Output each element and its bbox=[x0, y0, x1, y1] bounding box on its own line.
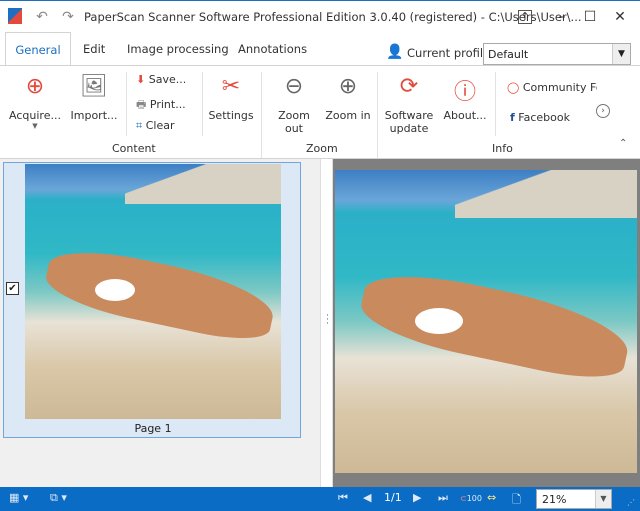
first-page-icon[interactable]: ⏮ bbox=[338, 491, 348, 505]
group-zoom: Zoom bbox=[306, 142, 338, 155]
clear-label: Clear bbox=[145, 119, 175, 132]
info-icon: ⓘ bbox=[453, 80, 476, 105]
thumbnail-image bbox=[25, 164, 281, 419]
undo-icon[interactable]: ↶ bbox=[32, 7, 52, 27]
separator bbox=[261, 72, 262, 158]
app-logo-icon bbox=[8, 8, 22, 24]
separator bbox=[377, 72, 378, 158]
scanner-icon: ⊕ bbox=[25, 74, 45, 99]
layout-icon[interactable]: ▦ ▾ bbox=[9, 491, 28, 504]
fit-page-icon[interactable]: 🗋 bbox=[512, 491, 521, 510]
facebook-label: Facebook bbox=[518, 111, 570, 124]
ribbon-tabs: General Edit Image processing Annotation… bbox=[0, 32, 640, 67]
ribbon: ⊕ Acquire... ▼ 🖼 Import... ⬇ Save... 🖶 P… bbox=[0, 65, 640, 159]
zoom-select[interactable]: 21% ▼ bbox=[536, 489, 612, 509]
community-forum-link[interactable]: ◯ Community For bbox=[507, 81, 597, 94]
acquire-button[interactable]: ⊕ Acquire... ▼ bbox=[8, 74, 62, 130]
profile-select[interactable]: Default ▼ bbox=[483, 43, 631, 65]
dropdown-arrow-icon: ▼ bbox=[32, 122, 38, 130]
previous-page-icon[interactable]: ◀ bbox=[363, 491, 371, 504]
print-button[interactable]: 🖶 Print... bbox=[136, 96, 186, 115]
current-profile-label: Current profile: bbox=[407, 46, 495, 60]
close-button[interactable]: ✕ bbox=[610, 7, 630, 27]
settings-button[interactable]: ✂ Settings bbox=[206, 74, 256, 122]
print-icon: 🖶 bbox=[136, 98, 147, 111]
thumbnail-label: Page 1 bbox=[134, 422, 172, 435]
last-page-icon[interactable]: ⏭ bbox=[438, 491, 448, 505]
tab-general[interactable]: General bbox=[5, 32, 71, 67]
zoom-out-label: Zoom out bbox=[278, 109, 310, 135]
save-button[interactable]: ⬇ Save... bbox=[136, 73, 186, 86]
import-label: Import... bbox=[70, 109, 118, 122]
maximize-button[interactable]: ☐ bbox=[580, 7, 600, 27]
page-viewer[interactable] bbox=[333, 159, 640, 487]
tab-image-processing[interactable]: Image processing bbox=[127, 42, 229, 56]
zoom-in-button[interactable]: ⊕ Zoom in bbox=[325, 74, 371, 122]
clear-button[interactable]: ⌗ Clear bbox=[136, 119, 174, 133]
facebook-icon: f bbox=[510, 111, 515, 124]
next-page-icon[interactable]: ▶ bbox=[413, 491, 421, 504]
more-arrow-icon[interactable]: › bbox=[596, 104, 610, 118]
fit-width-icon[interactable]: ⇔ bbox=[487, 491, 496, 504]
zoom-out-icon: ⊖ bbox=[284, 74, 304, 99]
about-button[interactable]: ⓘ About... bbox=[441, 74, 489, 122]
zoom-value: 21% bbox=[542, 493, 567, 506]
zoom-in-label: Zoom in bbox=[325, 109, 371, 122]
tab-annotations[interactable]: Annotations bbox=[238, 42, 307, 56]
restore-ribbon-icon[interactable]: ↑ bbox=[518, 10, 532, 24]
page-checkbox[interactable]: ✔ bbox=[6, 282, 19, 295]
splitter-handle[interactable]: · · · bbox=[320, 159, 333, 487]
profile-value: Default bbox=[488, 48, 529, 61]
window-title: PaperScan Scanner Software Professional … bbox=[84, 10, 582, 24]
chevron-down-icon[interactable]: ▼ bbox=[612, 44, 630, 64]
user-profile-icon: 👤 bbox=[386, 44, 404, 60]
zoom-out-button[interactable]: ⊖ Zoom out bbox=[268, 74, 320, 135]
save-label: Save... bbox=[148, 73, 187, 86]
group-info: Info bbox=[492, 142, 513, 155]
save-icon: ⬇ bbox=[136, 73, 146, 86]
import-icon: 🖼 bbox=[80, 74, 108, 99]
print-label: Print... bbox=[149, 98, 186, 111]
collapse-ribbon-icon[interactable]: ⌃ bbox=[619, 138, 627, 149]
software-update-button[interactable]: ⟳ Software update bbox=[382, 74, 436, 135]
clear-icon: ⌗ bbox=[136, 119, 143, 132]
about-label: About... bbox=[443, 109, 487, 122]
view-mode-icon[interactable]: ⧉ ▾ bbox=[50, 491, 67, 505]
zoom-100-icon[interactable]: ⊂100 bbox=[460, 494, 482, 503]
zoom-100-label: 100 bbox=[466, 494, 482, 503]
resize-grip-icon[interactable]: ⋰ bbox=[627, 498, 635, 507]
separator bbox=[495, 72, 496, 136]
page-thumbnail[interactable]: Page 1 bbox=[3, 162, 301, 438]
title-bar: ↶ ↷ PaperScan Scanner Software Professio… bbox=[0, 0, 640, 32]
settings-tools-icon: ✂ bbox=[221, 74, 241, 99]
community-label: Community For bbox=[522, 81, 597, 94]
page-image bbox=[335, 170, 637, 473]
status-bar: ▦ ▾ ⧉ ▾ ⏮ ◀ 1/1 ▶ ⏭ ⊂100 ⇔ 🗋 21% ▼ ⋰ bbox=[0, 487, 640, 511]
redo-icon[interactable]: ↷ bbox=[58, 7, 78, 27]
separator bbox=[202, 72, 203, 136]
tab-edit[interactable]: Edit bbox=[83, 42, 105, 56]
facebook-link[interactable]: f Facebook bbox=[510, 111, 570, 124]
software-update-label: Software bbox=[384, 109, 434, 122]
group-content: Content bbox=[112, 142, 156, 155]
chevron-down-icon[interactable]: ▼ bbox=[595, 490, 611, 508]
update-arrows-icon: ⟳ bbox=[399, 74, 419, 99]
thumbnail-panel: Page 1 ✔ bbox=[0, 159, 320, 487]
separator bbox=[126, 72, 127, 136]
import-button[interactable]: 🖼 Import... bbox=[68, 74, 120, 122]
minimize-button[interactable]: – bbox=[552, 7, 572, 27]
acquire-label: Acquire... bbox=[9, 109, 61, 122]
software-update-label-2: update bbox=[389, 122, 429, 135]
chat-icon: ◯ bbox=[507, 81, 520, 94]
page-indicator: 1/1 bbox=[384, 491, 402, 504]
settings-label: Settings bbox=[208, 109, 254, 122]
zoom-in-icon: ⊕ bbox=[338, 74, 358, 99]
